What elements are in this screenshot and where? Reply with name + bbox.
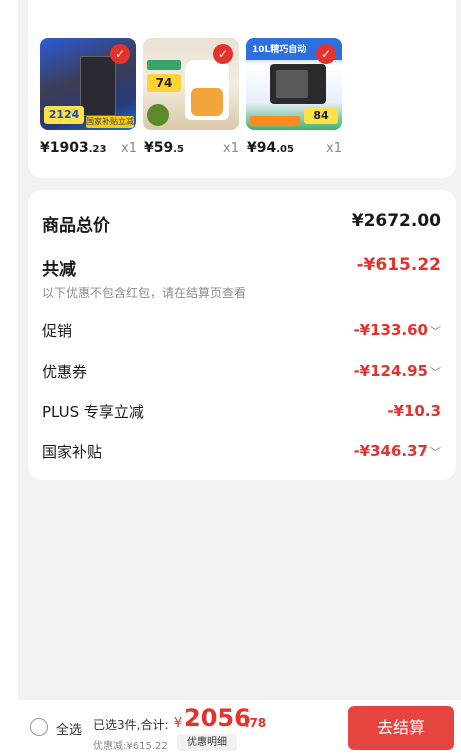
product-image-shape	[80, 56, 116, 116]
total-amount-decimal: .78	[245, 716, 267, 730]
total-price-value: ¥2672.00	[351, 211, 441, 231]
state-subsidy-value: -¥346.37	[353, 442, 428, 460]
kiwi-shape	[147, 104, 169, 126]
promotion-value: -¥133.60	[353, 321, 428, 339]
product-price-2: ¥59.5	[144, 140, 184, 156]
total-reduction-label: 共减	[42, 260, 76, 280]
product-qty-2: x1	[223, 141, 239, 156]
price-decimal: .5	[173, 144, 184, 155]
promotion-label: 促销	[42, 322, 73, 340]
product-price-3: ¥94.05	[247, 140, 294, 156]
checkmark-icon[interactable]: ✓	[110, 44, 130, 64]
chevron-down-icon: ﹀	[430, 366, 441, 379]
state-subsidy-label: 国家补贴	[42, 443, 103, 461]
total-amount-integer: 2056	[184, 704, 251, 732]
product-price-1: ¥1903.23	[40, 140, 106, 156]
product-image-subsidy-tag: 国家补贴立减85	[86, 116, 134, 130]
discount-detail-button[interactable]: 优惠明细	[177, 734, 237, 751]
product-qty-3: x1	[326, 141, 342, 156]
product-image-price-tag: 2124	[44, 106, 84, 124]
plus-discount-label: PLUS 专享立减	[42, 403, 144, 421]
currency-symbol: ¥	[174, 716, 183, 731]
plus-discount-value: -¥10.3	[387, 402, 441, 420]
product-qty-1: x1	[121, 141, 137, 156]
checkmark-icon[interactable]: ✓	[316, 44, 336, 64]
selected-info: 已选3件,合计:	[93, 718, 169, 732]
checkmark-icon[interactable]: ✓	[213, 44, 233, 64]
coupon-label: 优惠券	[42, 363, 88, 381]
price-integer: ¥59	[144, 140, 174, 156]
oven-window-shape	[276, 70, 308, 98]
product-thumbnail-1[interactable]: 2124 国家补贴立减85 ✓	[40, 38, 136, 130]
chevron-down-icon: ﹀	[430, 325, 441, 338]
product-image-price-tag: 74	[147, 74, 181, 92]
promotion-value-row[interactable]: -¥133.60 ﹀	[353, 321, 441, 339]
product-image-header-text: 10L精巧自动	[252, 45, 307, 55]
plus-discount-value-row: -¥10.3	[387, 402, 441, 420]
fruit-shape	[191, 88, 223, 116]
product-image-bar	[250, 116, 300, 126]
price-integer: ¥94	[247, 140, 277, 156]
total-reduction-value: -¥615.22	[356, 255, 442, 275]
product-image-price-tag: 84	[304, 108, 338, 124]
chevron-down-icon: ﹀	[430, 446, 441, 459]
reduction-note: 以下优惠不包含红包，请在结算页查看	[42, 286, 247, 300]
coupon-value-row[interactable]: -¥124.95 ﹀	[353, 362, 441, 380]
state-subsidy-value-row[interactable]: -¥346.37 ﹀	[353, 442, 441, 460]
select-all-label[interactable]: 全选	[56, 719, 82, 738]
total-price-label: 商品总价	[42, 216, 110, 236]
price-integer: ¥1903	[40, 140, 89, 156]
discount-summary: 优惠减:¥615.22	[93, 741, 168, 752]
coupon-value: -¥124.95	[353, 362, 428, 380]
price-decimal: .05	[276, 144, 294, 155]
product-image-banner	[147, 60, 181, 70]
price-decimal: .23	[88, 144, 107, 155]
checkout-button[interactable]: 去结算	[348, 706, 454, 750]
product-thumbnail-3[interactable]: 10L精巧自动 84 ✓	[246, 38, 342, 130]
product-thumbnail-2[interactable]: 74 ✓	[143, 38, 239, 130]
select-all-radio[interactable]	[30, 718, 48, 736]
